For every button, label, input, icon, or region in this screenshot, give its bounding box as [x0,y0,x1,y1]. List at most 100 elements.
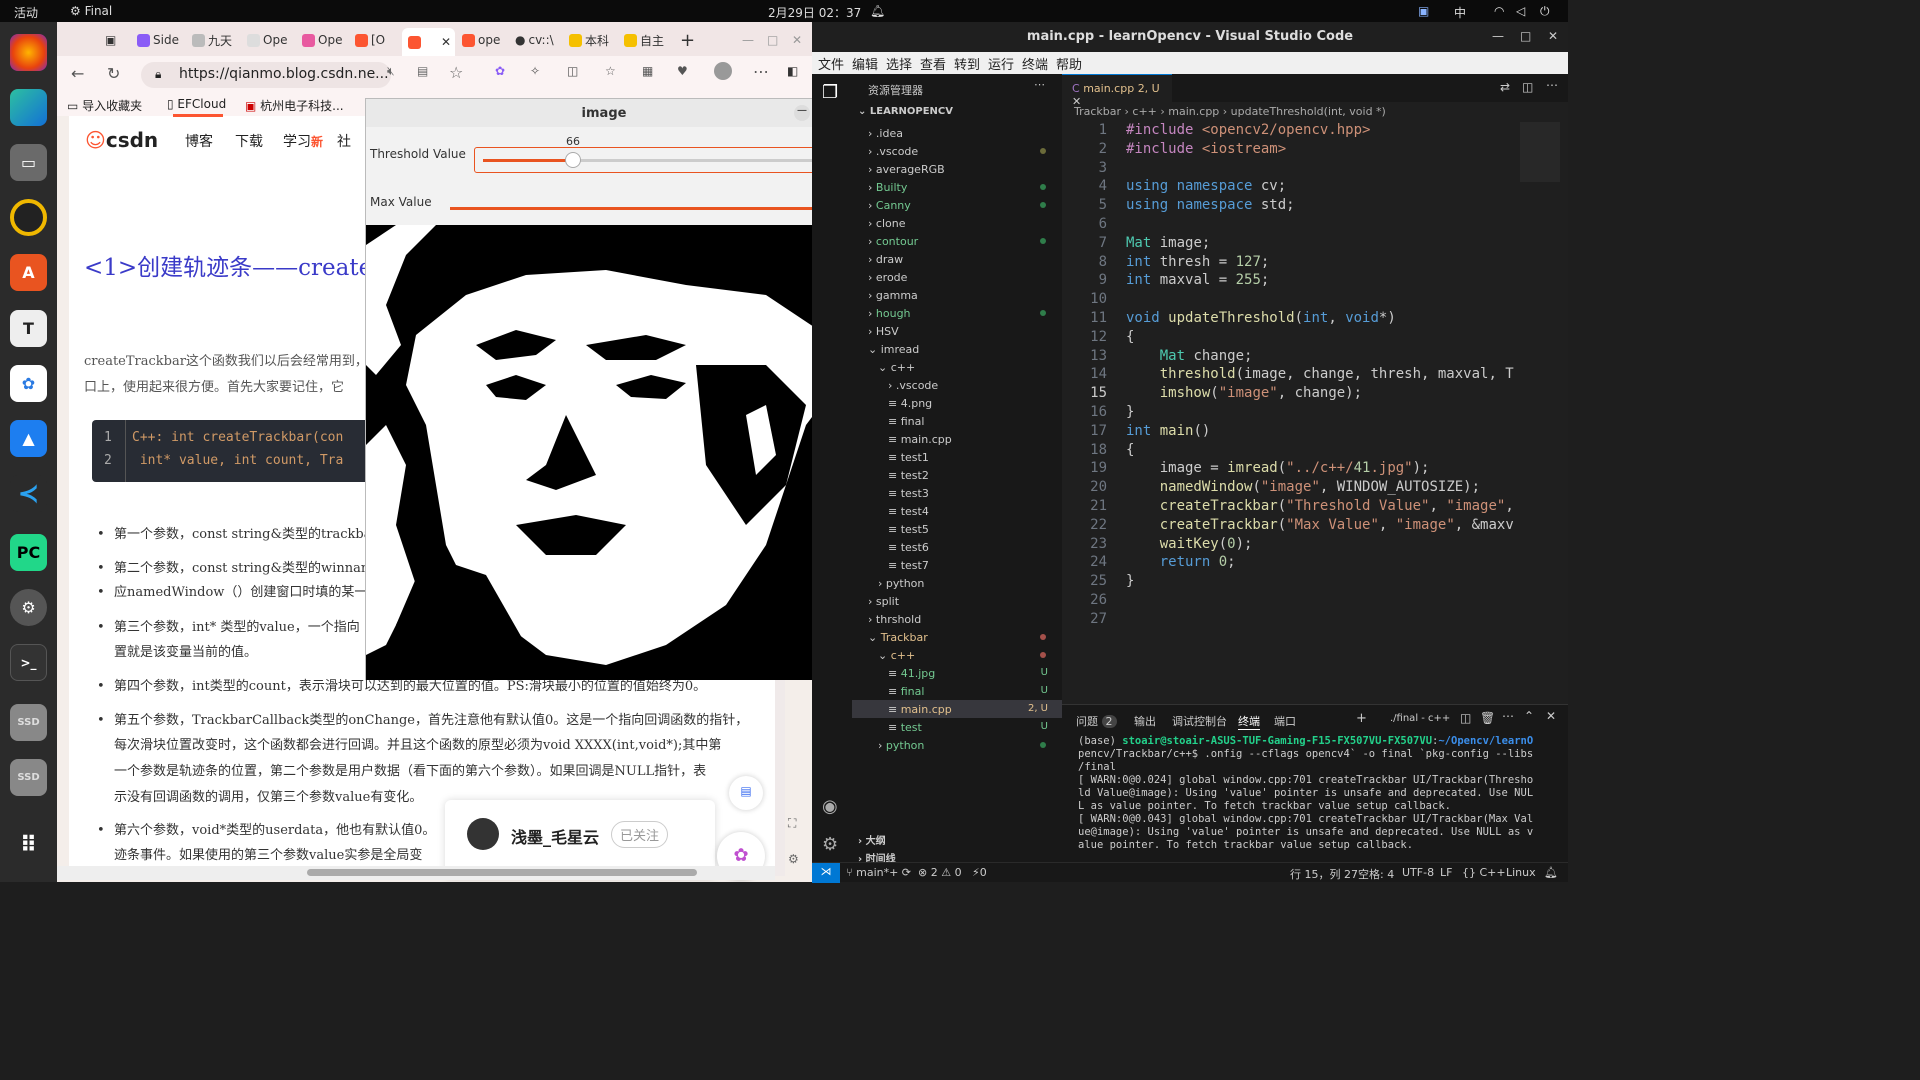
tree-item[interactable]: › python [852,736,1062,754]
more-actions-icon[interactable]: ⋯ [1034,78,1045,91]
minimize-icon[interactable]: — [1492,29,1504,43]
code-line[interactable]: 10 [1062,291,1568,310]
tree-item[interactable]: › erode [852,268,1062,286]
split-terminal-icon[interactable]: ◫ [1460,711,1471,725]
edge-icon[interactable] [10,89,47,126]
maximize-icon[interactable]: □ [767,28,778,52]
back-icon[interactable]: ← [71,64,84,83]
close-window-icon[interactable]: ✕ [792,28,802,52]
tree-item[interactable]: › draw [852,250,1062,268]
indentation[interactable]: 空格: 4 [1358,866,1394,882]
terminal-icon[interactable]: >_ [10,644,47,681]
maximize-panel-icon[interactable]: ⌃ [1524,709,1534,723]
menu-help[interactable]: 帮助 [1056,54,1082,73]
csdn-logo[interactable]: ☺csdn [85,128,158,152]
tree-item[interactable]: ≡ main.cpp 2, U [852,700,1062,718]
tab-2[interactable]: Ope [247,28,287,52]
panel-tab-terminal[interactable]: 终端 [1238,713,1260,730]
close-icon[interactable]: ✕ [1548,29,1558,43]
notifications-bell-icon[interactable]: 🔔︎ [1544,866,1558,879]
new-tab-button[interactable]: + [680,28,695,52]
tree-item[interactable]: ≡ final [852,412,1062,430]
horizontal-scrollbar[interactable] [57,866,775,880]
account-icon[interactable]: ◉ [822,796,838,817]
profile-avatar[interactable] [714,62,732,80]
compare-icon[interactable]: ⇄ [1500,80,1510,94]
sidebar-toggle-icon[interactable]: ◧ [787,64,798,78]
maximize-icon[interactable]: □ [1520,29,1531,43]
focused-app-label[interactable]: ⚙ Final [70,4,112,18]
favorite-star-icon[interactable]: ☆ [449,63,463,82]
baidu-netdisk-icon[interactable]: ✿ [10,365,47,402]
bookmark-hdu[interactable]: ▣ 杭州电子科技... [245,97,344,114]
tree-item[interactable]: › .idea [852,124,1062,142]
bookmark-import[interactable]: ▭ 导入收藏夹 [67,97,142,114]
tab-actions-icon[interactable]: ▣ [105,28,116,52]
minimap[interactable] [1520,122,1560,182]
nav-download[interactable]: 下载 [235,131,263,151]
clock[interactable]: 2月29日 02：37 [768,4,861,21]
lock-icon[interactable]: 🔒︎ [155,67,161,82]
terminal-selector[interactable]: ./final - c++ [1390,713,1450,724]
panel-more-icon[interactable]: ⋯ [1502,709,1514,723]
code-line[interactable]: 6 [1062,216,1568,235]
tree-item[interactable]: ≡ test3 [852,484,1062,502]
tree-item[interactable]: ⌄ c++ [852,646,1062,664]
follow-button[interactable]: 已关注 [611,821,669,848]
nav-learn[interactable]: 学习新 [283,131,323,151]
read-mode-icon[interactable]: ▤ [729,776,763,810]
line-ending[interactable]: LF [1440,866,1452,879]
tree-item[interactable]: ≡ test1 [852,448,1062,466]
bell-icon[interactable]: 🔔︎ [870,4,885,18]
url-input[interactable]: 🔒︎ https://qianmo.blog.csdn.ne... [141,62,391,88]
tab-6[interactable]: ope [462,28,500,52]
tab-1[interactable]: 九天 [192,28,232,52]
language-mode[interactable]: {} C++ [1462,866,1506,879]
tree-item[interactable]: ≡ test U [852,718,1062,736]
split-editor-icon[interactable]: ◫ [1522,80,1533,94]
menu-view[interactable]: 查看 [920,54,946,73]
tab-7[interactable]: ● cv::\ [515,28,554,52]
code-line[interactable]: 18 { [1062,442,1568,461]
tree-item[interactable]: › split [852,592,1062,610]
panel-tab-ports[interactable]: 端口 [1274,713,1296,729]
code-line[interactable]: 4 using namespace cv; [1062,178,1568,197]
tree-item[interactable]: › .vscode [852,142,1062,160]
wifi-icon[interactable]: ◠ [1494,4,1504,18]
tab-9[interactable]: 自主 [624,28,664,52]
tree-item[interactable]: › hough [852,304,1062,322]
code-line[interactable]: 27 [1062,611,1568,630]
code-line[interactable]: 1 #include <opencv2/opencv.hpp> [1062,122,1568,141]
collections-icon[interactable]: ▦ [642,64,653,78]
performance-icon[interactable]: ♥ [677,64,688,78]
tree-item[interactable]: ≡ 41.jpg U [852,664,1062,682]
cursor-position[interactable]: 行 15，列 27 [1290,866,1358,882]
threshold-handle[interactable] [564,152,581,168]
code-line[interactable]: 14 threshold(image, change, thresh, maxv… [1062,366,1568,385]
code-line[interactable]: 24 return 0; [1062,554,1568,573]
code-line[interactable]: 19 image = imread("../c++/41.jpg"); [1062,460,1568,479]
more-menu-icon[interactable]: ⋯ [753,62,769,81]
menu-run[interactable]: 运行 [988,54,1014,73]
author-name[interactable]: 浅墨_毛星云 [511,824,599,848]
code-line[interactable]: 22 createTrackbar("Max Value", "image", … [1062,517,1568,536]
tree-item[interactable]: ≡ test5 [852,520,1062,538]
max-slider[interactable] [450,197,836,221]
new-terminal-icon[interactable]: + [1356,711,1367,726]
manage-gear-icon[interactable]: ⚙ [822,834,838,855]
tab-main-cpp[interactable]: C main.cpp 2, U ✕ [1062,74,1172,108]
nav-blog[interactable]: 博客 [185,131,213,151]
code-line[interactable]: 21 createTrackbar("Threshold Value", "im… [1062,498,1568,517]
software-icon[interactable]: A [10,254,47,291]
code-line[interactable]: 7 Mat image; [1062,235,1568,254]
typora-icon[interactable]: T [10,310,47,347]
reader-icon[interactable]: ▤ [417,64,428,78]
code-line[interactable]: 11 void updateThreshold(int, void*) [1062,310,1568,329]
minimize-icon[interactable]: — [794,105,810,121]
tree-item[interactable]: › Canny [852,196,1062,214]
code-line[interactable]: 13 Mat change; [1062,348,1568,367]
ssd-drive-icon[interactable]: SSD [10,704,47,741]
code-line[interactable]: 16} [1062,404,1568,423]
panel-tab-output[interactable]: 输出 [1134,713,1156,729]
code-line[interactable]: 3 [1062,160,1568,179]
